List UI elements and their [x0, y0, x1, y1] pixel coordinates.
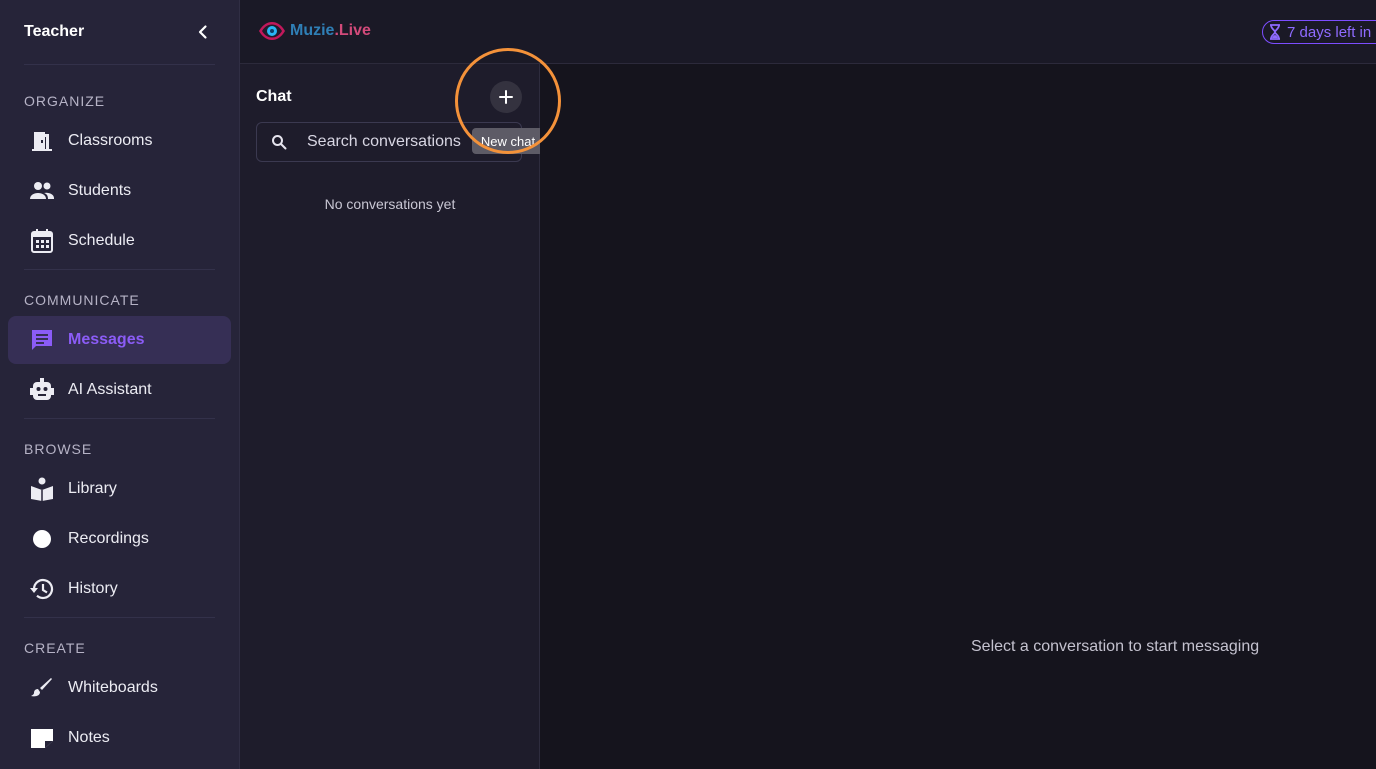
search-icon — [272, 135, 287, 150]
new-chat-tooltip: New chat — [472, 128, 544, 154]
trial-text: 7 days left in — [1287, 23, 1372, 41]
sidebar-item-history[interactable]: History — [8, 565, 231, 613]
sidebar-item-notes[interactable]: Notes — [8, 714, 231, 762]
sidebar-item-recordings[interactable]: Recordings — [8, 515, 231, 563]
empty-state-message: Select a conversation to start messaging — [971, 638, 1260, 655]
top-bar: Muzie.Live 7 days left in — [240, 0, 1376, 64]
sidebar-header: Teacher — [0, 0, 239, 64]
sidebar-item-library[interactable]: Library — [8, 465, 231, 513]
section-label-organize: ORGANIZE — [24, 93, 106, 109]
brand-name: Muzie.Live — [290, 22, 371, 40]
sidebar-item-students[interactable]: Students — [8, 167, 231, 215]
trial-badge[interactable]: 7 days left in — [1262, 20, 1376, 44]
brand-name-suffix: .Live — [334, 22, 371, 39]
sidebar-item-label: Messages — [68, 331, 145, 348]
chat-list-panel: Chat New chat No conversations yet — [240, 64, 544, 769]
section-label-create: CREATE — [24, 640, 86, 656]
sidebar-item-whiteboards[interactable]: Whiteboards — [8, 664, 231, 712]
sidebar-item-label: History — [68, 580, 118, 597]
record-dot-icon — [28, 525, 56, 553]
sidebar: Teacher ORGANIZE Classrooms Students Sch… — [0, 0, 240, 769]
history-icon — [28, 575, 56, 603]
door-icon — [28, 127, 56, 155]
search-input[interactable] — [307, 133, 467, 151]
collapse-sidebar-button[interactable] — [191, 20, 215, 44]
sidebar-item-classrooms[interactable]: Classrooms — [8, 117, 231, 165]
sidebar-item-ai-assistant[interactable]: AI Assistant — [8, 366, 231, 414]
plus-icon — [499, 90, 513, 104]
sidebar-item-label: Notes — [68, 729, 110, 746]
sidebar-item-label: Schedule — [68, 232, 135, 249]
sidebar-item-label: Classrooms — [68, 132, 153, 149]
note-icon — [28, 724, 56, 752]
empty-conversations-text: No conversations yet — [324, 196, 456, 212]
brush-icon — [28, 674, 56, 702]
people-icon — [28, 177, 56, 205]
new-chat-button[interactable] — [490, 81, 522, 113]
section-label-browse: BROWSE — [24, 441, 93, 457]
sidebar-item-messages[interactable]: Messages — [8, 316, 231, 364]
brand-logo[interactable]: Muzie.Live — [258, 20, 371, 42]
sidebar-item-label: Recordings — [68, 530, 149, 547]
sidebar-item-label: Whiteboards — [68, 679, 158, 696]
brand-name-main: Muzie — [290, 22, 335, 39]
eye-logo-icon — [259, 22, 285, 40]
conversation-area: Select a conversation to start messaging — [540, 64, 1376, 769]
calendar-icon — [28, 227, 56, 255]
chevron-left-icon — [198, 25, 207, 39]
hourglass-icon — [1270, 24, 1280, 40]
chat-title: Chat — [256, 88, 292, 105]
book-reader-icon — [28, 475, 56, 503]
sidebar-item-label: Students — [68, 182, 132, 199]
section-label-communicate: COMMUNICATE — [24, 292, 140, 308]
sidebar-item-label: AI Assistant — [68, 381, 152, 398]
robot-icon — [28, 376, 56, 404]
sidebar-item-label: Library — [68, 480, 117, 497]
sidebar-title: Teacher — [24, 23, 85, 40]
sidebar-item-schedule[interactable]: Schedule — [8, 217, 231, 265]
chat-bubble-icon — [28, 326, 56, 354]
